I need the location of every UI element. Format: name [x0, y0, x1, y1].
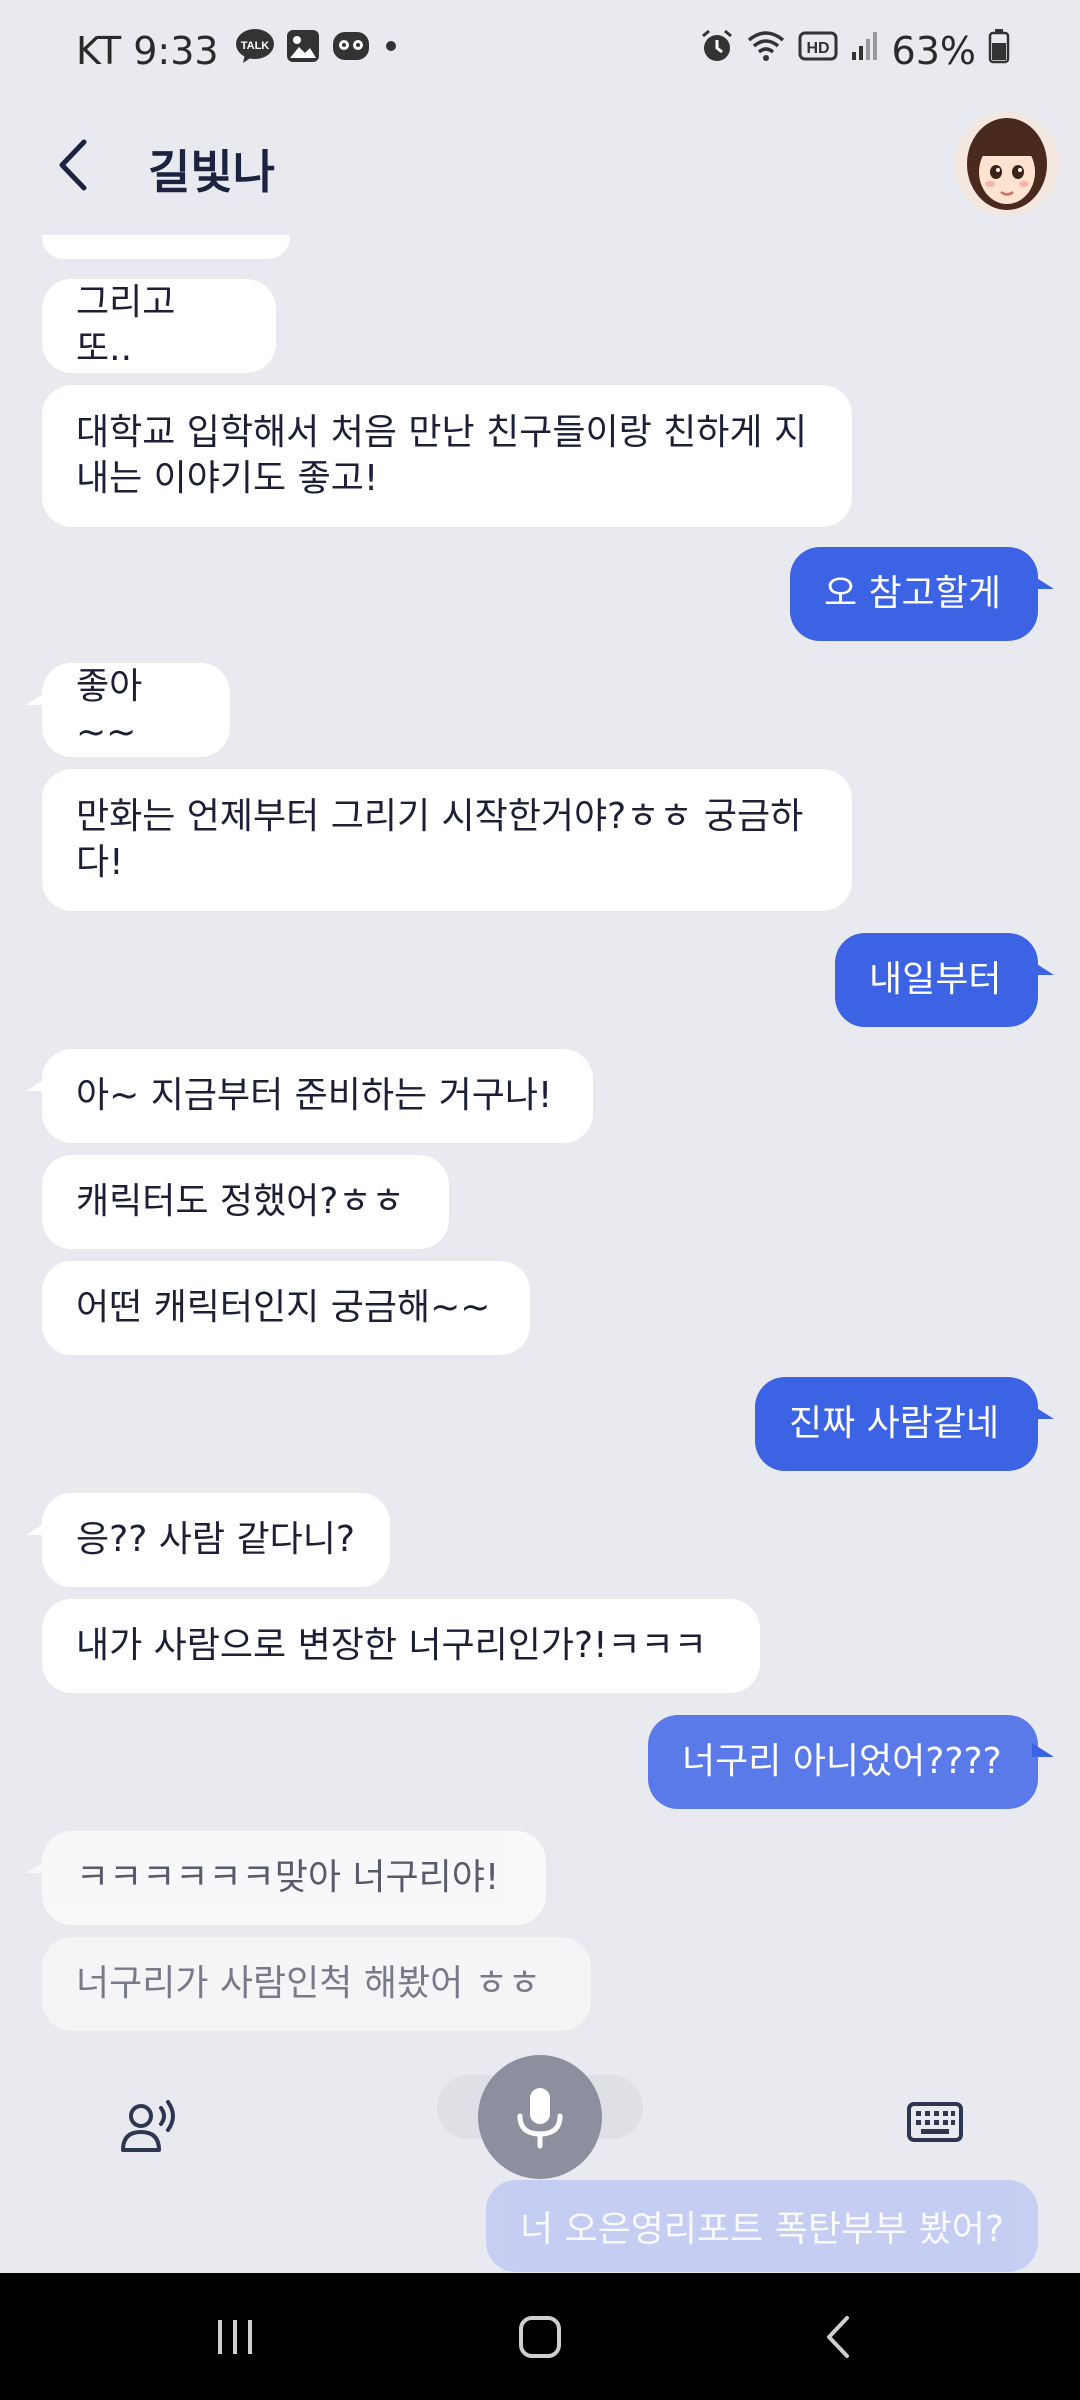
microphone-button[interactable] — [478, 2055, 602, 2179]
recent-apps-button[interactable] — [180, 2273, 290, 2400]
battery-icon — [988, 28, 1010, 73]
system-back-button[interactable] — [785, 2273, 895, 2400]
back-arrow-icon — [59, 139, 87, 191]
keyboard-button[interactable] — [905, 2092, 965, 2152]
status-left: KT 9:33 TALK — [76, 28, 411, 73]
more-notifications-dot-icon — [381, 28, 401, 73]
wifi-icon — [746, 28, 786, 73]
chat-messages[interactable]: 그리고 또.. 대학교 입학해서 처음 만난 친구들이랑 친하게 지내는 이야기… — [0, 235, 1080, 2035]
hd-badge: HD — [806, 40, 829, 57]
message-bubble-bot: 캐릭터도 정했어?ㅎㅎ — [42, 1155, 449, 1249]
gallery-notification-icon — [285, 28, 321, 73]
message-bubble-bot: 아~ 지금부터 준비하는 거구나! — [26, 1049, 593, 1143]
hd-voice-icon: HD — [798, 28, 838, 73]
microphone-icon — [517, 2088, 563, 2149]
signal-icon — [850, 28, 880, 73]
message-bubble-bot: 대학교 입학해서 처음 만난 친구들이랑 친하게 지내는 이야기도 좋고! — [42, 385, 852, 527]
message-bubble-bot: 너구리가 사람인척 해봤어 ㅎㅎ — [42, 1937, 591, 2031]
message-bubble-bot: ㅋㅋㅋㅋㅋㅋ맞아 너구리야! — [26, 1831, 546, 1925]
keyboard-icon — [907, 2102, 963, 2142]
message-bubble-bot-partial — [42, 235, 290, 259]
message-bubble-bot: 만화는 언제부터 그리기 시작한거야?ㅎㅎ 궁금하다! — [42, 769, 852, 911]
system-back-icon — [827, 2315, 849, 2358]
voice-mode-icon — [121, 2100, 175, 2152]
home-button[interactable] — [485, 2273, 595, 2400]
battery-percent: 63% — [891, 28, 976, 73]
status-right: HD 63% — [688, 28, 1010, 73]
message-bubble-bot: 어떤 캐릭터인지 궁금해~~ — [42, 1261, 530, 1355]
home-icon — [519, 2315, 561, 2358]
chat-header: 길빛나 — [0, 100, 1080, 235]
chat-title: 길빛나 — [148, 145, 275, 199]
message-bubble-bot: 그리고 또.. — [42, 279, 276, 373]
voice-mode-button[interactable] — [115, 2090, 185, 2160]
alarm-icon — [700, 28, 734, 73]
carrier-time: KT 9:33 — [76, 28, 219, 73]
back-button[interactable] — [48, 130, 98, 200]
status-bar: KT 9:33 TALK HD 63% — [0, 0, 1080, 100]
system-navigation-bar — [0, 2273, 1080, 2400]
message-bubble-bot: 좋아~~ — [26, 663, 230, 757]
message-bubble-bot: 내가 사람으로 변장한 너구리인가?!ㅋㅋㅋ — [42, 1599, 760, 1693]
recent-apps-icon — [218, 2319, 252, 2354]
message-bubble-user: 내일부터 — [835, 933, 1054, 1027]
message-bubble-user: 너구리 아니었어???? — [648, 1715, 1054, 1809]
app-notification-icon — [331, 28, 371, 73]
pending-user-message: 너 오은영리포트 폭탄부부 봤어? — [486, 2180, 1038, 2272]
message-bubble-user: 오 참고할게 — [790, 547, 1054, 641]
bot-avatar[interactable] — [955, 112, 1059, 216]
message-bubble-bot: 응?? 사람 같다니? — [26, 1493, 390, 1587]
talk-badge: TALK — [240, 40, 269, 52]
kakaotalk-notification-icon: TALK — [235, 28, 275, 73]
message-bubble-user: 진짜 사람같네 — [755, 1377, 1054, 1471]
